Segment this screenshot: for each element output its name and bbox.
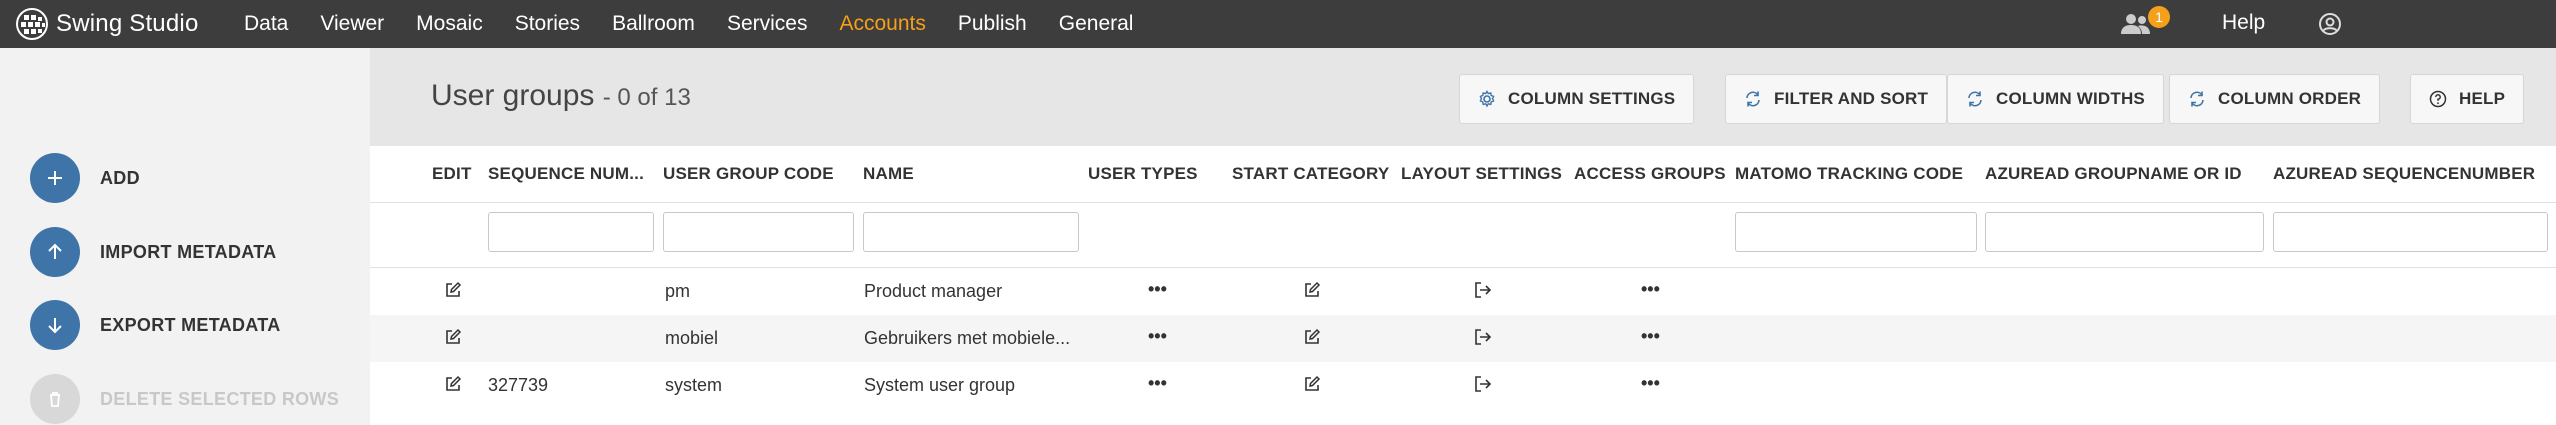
edit-icon[interactable] — [444, 281, 462, 304]
start-category-edit-icon[interactable] — [1303, 281, 1321, 304]
user-types-ellipsis-button[interactable]: ••• — [1148, 279, 1167, 299]
app-brand-name: Swing Studio — [56, 10, 199, 37]
menu-item-accounts[interactable]: Accounts — [839, 12, 925, 36]
actions-sidebar: ADD IMPORT METADATA EXPORT METADATA DELE… — [0, 48, 370, 425]
column-widths-button[interactable]: COLUMN WIDTHS — [1947, 74, 2164, 124]
content-header: User groups - 0 of 13 COLUMN SETTINGS FI… — [370, 48, 2556, 146]
column-header-layout-settings[interactable]: LAYOUT SETTINGS — [1401, 146, 1562, 202]
help-button-label: HELP — [2459, 89, 2506, 108]
column-header-edit[interactable]: EDIT — [432, 146, 472, 202]
menu-item-mosaic[interactable]: Mosaic — [416, 12, 483, 36]
import-metadata-label: IMPORT METADATA — [100, 241, 277, 262]
layout-settings-open-icon[interactable] — [1473, 328, 1493, 351]
arrow-up-icon — [30, 227, 80, 277]
user-types-ellipsis-button[interactable]: ••• — [1148, 326, 1167, 346]
online-users-button[interactable]: 1 — [2120, 6, 2170, 40]
menu-item-publish[interactable]: Publish — [958, 12, 1027, 36]
plus-icon — [30, 153, 80, 203]
help-link[interactable]: Help — [2222, 11, 2265, 35]
column-header-azuread-sequencenumber[interactable]: AZUREAD SEQUENCENUMBER — [2273, 146, 2535, 202]
main-menu: Data Viewer Mosaic Stories Ballroom Serv… — [244, 0, 1165, 48]
user-group-code-cell: system — [665, 375, 723, 395]
record-count: - 0 of 13 — [602, 84, 691, 111]
column-header-azuread-groupname[interactable]: AZUREAD GROUPNAME OR ID — [1985, 146, 2242, 202]
access-groups-ellipsis-button[interactable]: ••• — [1641, 279, 1660, 299]
menu-item-general[interactable]: General — [1059, 12, 1134, 36]
access-groups-ellipsis-button[interactable]: ••• — [1641, 326, 1660, 346]
name-cell: Product manager — [864, 281, 1003, 301]
menu-item-stories[interactable]: Stories — [515, 12, 580, 36]
column-order-label: COLUMN ORDER — [2218, 89, 2362, 108]
menu-item-services[interactable]: Services — [727, 12, 808, 36]
globe-logo-icon — [16, 8, 48, 40]
column-header-matomo-tracking-code[interactable]: MATOMO TRACKING CODE — [1735, 146, 1963, 202]
refresh-icon — [1746, 91, 1760, 107]
column-header-user-group-code[interactable]: USER GROUP CODE — [663, 146, 834, 202]
edit-icon[interactable] — [444, 375, 462, 398]
column-header-access-groups[interactable]: ACCESS GROUPS — [1574, 146, 1726, 202]
user-types-ellipsis-button[interactable]: ••• — [1148, 373, 1167, 393]
export-metadata-button[interactable]: EXPORT METADATA — [30, 300, 281, 350]
start-category-edit-icon[interactable] — [1303, 375, 1321, 398]
top-navigation-bar: Swing Studio Data Viewer Mosaic Stories … — [0, 0, 2556, 48]
name-cell: System user group — [864, 375, 1016, 395]
arrow-down-icon — [30, 300, 80, 350]
column-header-sequence-number[interactable]: SEQUENCE NUM... — [488, 146, 644, 202]
add-button[interactable]: ADD — [30, 153, 140, 203]
menu-item-data[interactable]: Data — [244, 12, 288, 36]
column-header-start-category[interactable]: START CATEGORY — [1232, 146, 1389, 202]
sequence-cell: 327739 — [488, 375, 549, 395]
layout-settings-open-icon[interactable] — [1473, 281, 1493, 304]
user-group-code-cell: mobiel — [665, 328, 719, 348]
azuread-groupname-filter-input[interactable] — [1985, 212, 2264, 252]
menu-item-viewer[interactable]: Viewer — [320, 12, 384, 36]
edit-icon[interactable] — [444, 328, 462, 351]
notification-badge: 1 — [2148, 6, 2170, 28]
table-row[interactable]: pm Product manager ••• ••• — [370, 268, 2556, 315]
delete-selected-rows-label: DELETE SELECTED ROWS — [100, 388, 340, 409]
column-header-name[interactable]: NAME — [863, 146, 914, 202]
add-label: ADD — [100, 167, 140, 188]
help-button[interactable]: HELP — [2410, 74, 2525, 124]
app-logo[interactable]: Swing Studio — [0, 0, 230, 48]
refresh-icon — [2190, 91, 2204, 107]
page-title-text: User groups — [431, 79, 595, 112]
gear-icon — [1479, 90, 1495, 108]
user-group-code-filter-input[interactable] — [663, 212, 854, 252]
menu-item-ballroom[interactable]: Ballroom — [612, 12, 695, 36]
delete-selected-rows-button: DELETE SELECTED ROWS — [30, 374, 339, 424]
trash-icon — [30, 374, 80, 424]
sequence-number-filter-input[interactable] — [488, 212, 654, 252]
column-settings-button[interactable]: COLUMN SETTINGS — [1459, 74, 1695, 124]
table-row[interactable]: 327739 system System user group ••• ••• — [370, 362, 2556, 409]
question-circle-icon — [2429, 90, 2447, 108]
account-icon[interactable] — [2318, 12, 2342, 41]
user-group-code-cell: pm — [665, 281, 691, 301]
export-metadata-label: EXPORT METADATA — [100, 314, 281, 335]
layout-settings-open-icon[interactable] — [1473, 375, 1493, 398]
name-filter-input[interactable] — [863, 212, 1079, 252]
column-header-user-types[interactable]: USER TYPES — [1088, 146, 1198, 202]
column-widths-label: COLUMN WIDTHS — [1996, 89, 2145, 108]
filter-and-sort-label: FILTER AND SORT — [1774, 89, 1929, 108]
page-title: User groups - 0 of 13 — [431, 79, 691, 113]
table-row[interactable]: mobiel Gebruikers met mobiele... ••• ••• — [370, 315, 2556, 362]
header-divider — [370, 202, 2556, 203]
column-order-button[interactable]: COLUMN ORDER — [2169, 74, 2381, 124]
column-settings-label: COLUMN SETTINGS — [1508, 89, 1676, 108]
start-category-edit-icon[interactable] — [1303, 328, 1321, 351]
user-groups-table: EDIT SEQUENCE NUM... USER GROUP CODE NAM… — [370, 146, 2556, 425]
filter-and-sort-button[interactable]: FILTER AND SORT — [1725, 74, 1948, 124]
access-groups-ellipsis-button[interactable]: ••• — [1641, 373, 1660, 393]
name-cell: Gebruikers met mobiele... — [864, 328, 1071, 348]
refresh-icon — [1968, 91, 1982, 107]
import-metadata-button[interactable]: IMPORT METADATA — [30, 227, 276, 277]
azuread-sequencenumber-filter-input[interactable] — [2273, 212, 2548, 252]
matomo-tracking-code-filter-input[interactable] — [1735, 212, 1977, 252]
